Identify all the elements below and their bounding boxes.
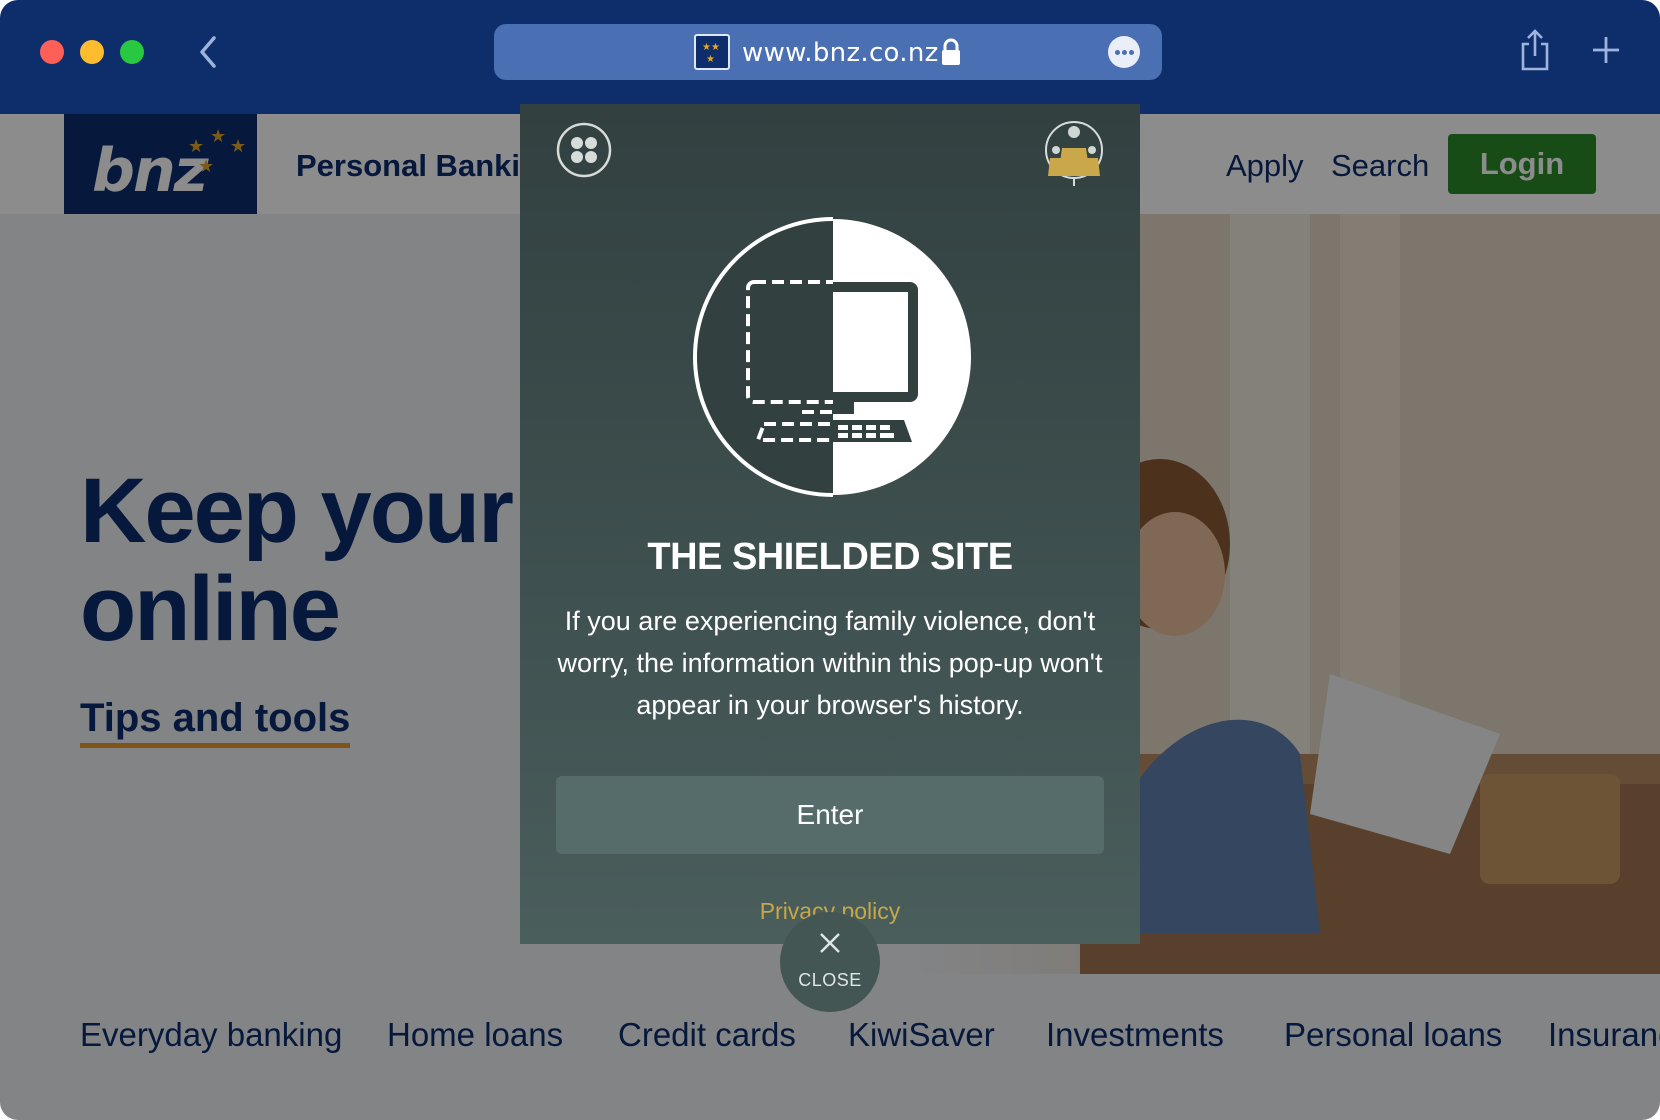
browser-toolbar: ★★ ★ www.bnz.co.nz bbox=[0, 0, 1660, 114]
four-dots-icon[interactable] bbox=[556, 122, 612, 178]
zoom-window-button[interactable] bbox=[120, 40, 144, 64]
ellipsis-icon[interactable] bbox=[1108, 36, 1140, 68]
minimize-window-button[interactable] bbox=[80, 40, 104, 64]
svg-text:★★: ★★ bbox=[702, 42, 720, 53]
plus-icon[interactable] bbox=[1590, 34, 1622, 66]
url-text: www.bnz.co.nz bbox=[742, 38, 939, 68]
site-favicon: ★★ ★ bbox=[694, 34, 730, 70]
share-icon[interactable] bbox=[1518, 28, 1552, 72]
close-modal-button[interactable]: CLOSE bbox=[780, 912, 880, 1012]
browser-window: ★★ ★ www.bnz.co.nz bnz ★ ★ ★ ★ Personal … bbox=[0, 0, 1660, 1120]
shielded-site-modal: THE SHIELDED SITE If you are experiencin… bbox=[520, 104, 1140, 944]
lock-icon bbox=[942, 38, 960, 65]
shielded-site-icon bbox=[1045, 121, 1103, 186]
enter-button[interactable]: Enter bbox=[556, 776, 1104, 854]
monitor-icon bbox=[693, 217, 971, 497]
close-icon bbox=[820, 933, 840, 953]
close-window-button[interactable] bbox=[40, 40, 64, 64]
svg-text:★: ★ bbox=[706, 54, 715, 65]
close-label: CLOSE bbox=[798, 970, 862, 990]
modal-title: THE SHIELDED SITE bbox=[647, 536, 1013, 578]
address-bar[interactable]: ★★ ★ www.bnz.co.nz bbox=[494, 24, 1162, 80]
chevron-left-icon[interactable] bbox=[194, 32, 224, 72]
modal-body-text: If you are experiencing family violence,… bbox=[557, 606, 1103, 720]
